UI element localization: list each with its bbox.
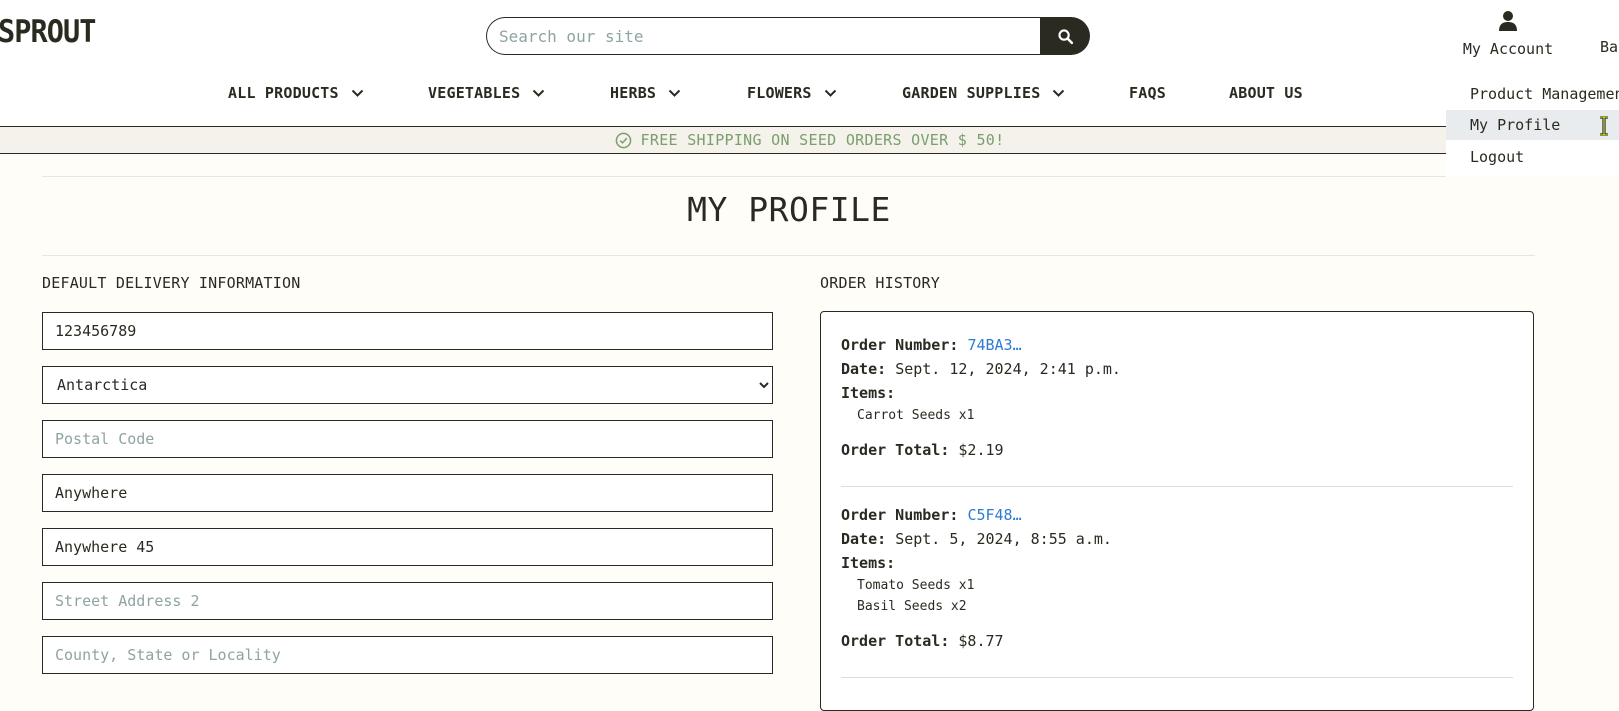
nav-herbs[interactable]: HERBS — [610, 84, 681, 102]
main-nav: ALL PRODUCTS VEGETABLES HERBS FLOWERS GA… — [0, 84, 1619, 110]
order-total-label: Order Total: — [841, 632, 950, 650]
nav-label: VEGETABLES — [428, 84, 521, 102]
chevron-down-icon — [668, 89, 681, 97]
order-total: $2.19 — [958, 441, 1004, 459]
order-number-link[interactable]: C5F48… — [967, 506, 1021, 524]
county-state-field[interactable] — [42, 636, 773, 674]
nav-label: HERBS — [610, 84, 657, 102]
country-select[interactable]: Antarctica — [42, 366, 773, 404]
town-city-field[interactable] — [42, 474, 773, 512]
page-title: MY PROFILE — [687, 190, 891, 229]
order-total-label: Order Total: — [841, 441, 950, 459]
menu-item-logout[interactable]: Logout — [1446, 142, 1619, 172]
order-date-label: Date: — [841, 360, 887, 378]
order-number-link[interactable]: 74BA3… — [967, 336, 1021, 354]
nav-about-us[interactable]: ABOUT US — [1229, 84, 1303, 102]
order-history-heading: ORDER HISTORY — [820, 274, 940, 292]
order-item: Tomato Seeds x1 — [857, 578, 975, 593]
phone-number-field[interactable] — [42, 312, 773, 350]
nav-label: ABOUT US — [1229, 84, 1303, 102]
order-number-label: Order Number: — [841, 336, 959, 354]
nav-label: GARDEN SUPPLIES — [902, 84, 1041, 102]
chevron-down-icon — [533, 89, 545, 97]
chevron-down-icon — [824, 89, 836, 97]
menu-item-product-management[interactable]: Product Managemen — [1446, 79, 1619, 109]
site-logo[interactable]: SPROUT — [0, 14, 96, 50]
order-entry: Order Number: C5F48… Date: Sept. 5, 2024… — [841, 503, 1513, 653]
divider — [42, 176, 1535, 177]
bag-link[interactable]: Ba — [1600, 38, 1618, 56]
promo-banner: FREE SHIPPING ON SEED ORDERS OVER $ 50! — [0, 126, 1619, 154]
search-input[interactable] — [486, 17, 1040, 55]
order-date-label: Date: — [841, 530, 887, 548]
nav-vegetables[interactable]: VEGETABLES — [428, 84, 545, 102]
account-dropdown-menu: Product Managemen My Profile Logout — [1446, 79, 1619, 177]
postal-code-field[interactable] — [42, 420, 773, 458]
nav-garden-supplies[interactable]: GARDEN SUPPLIES — [902, 84, 1065, 102]
order-item: Basil Seeds x2 — [857, 599, 967, 614]
check-circle-icon — [615, 132, 631, 148]
nav-label: FAQS — [1129, 84, 1166, 102]
my-account-link[interactable]: My Account — [1458, 10, 1558, 58]
order-history-panel: Order Number: 74BA3… Date: Sept. 12, 202… — [820, 311, 1534, 711]
site-header: SPROUT My Account Ba ALL PRODUCTS VEGETA… — [0, 0, 1619, 126]
order-divider — [841, 486, 1513, 487]
order-number-label: Order Number: — [841, 506, 959, 524]
divider — [42, 255, 1535, 256]
nav-flowers[interactable]: FLOWERS — [747, 84, 837, 102]
text-cursor-icon — [1600, 116, 1608, 136]
order-item: Carrot Seeds x1 — [857, 408, 975, 423]
order-items-label: Items: — [841, 384, 896, 402]
nav-faqs[interactable]: FAQS — [1129, 84, 1166, 102]
order-divider — [841, 677, 1513, 678]
street-address-1-field[interactable] — [42, 528, 773, 566]
order-items-label: Items: — [841, 554, 896, 572]
search-bar — [486, 17, 1090, 55]
user-icon — [1499, 11, 1517, 31]
order-date: Sept. 5, 2024, 8:55 a.m. — [895, 530, 1112, 548]
nav-label: ALL PRODUCTS — [228, 84, 339, 102]
my-account-label: My Account — [1462, 40, 1554, 58]
order-total: $8.77 — [958, 632, 1004, 650]
nav-all-products[interactable]: ALL PRODUCTS — [228, 84, 364, 102]
order-entry: Order Number: 74BA3… Date: Sept. 12, 202… — [841, 333, 1513, 462]
search-button[interactable] — [1040, 17, 1090, 55]
street-address-2-field[interactable] — [42, 582, 773, 620]
promo-text: FREE SHIPPING ON SEED ORDERS OVER $ 50! — [640, 131, 1005, 149]
order-date: Sept. 12, 2024, 2:41 p.m. — [895, 360, 1121, 378]
chevron-down-icon — [351, 89, 363, 97]
delivery-heading: DEFAULT DELIVERY INFORMATION — [42, 274, 301, 292]
nav-label: FLOWERS — [747, 84, 812, 102]
menu-item-my-profile[interactable]: My Profile — [1446, 110, 1619, 140]
search-icon — [1057, 28, 1073, 44]
chevron-down-icon — [1053, 89, 1065, 97]
